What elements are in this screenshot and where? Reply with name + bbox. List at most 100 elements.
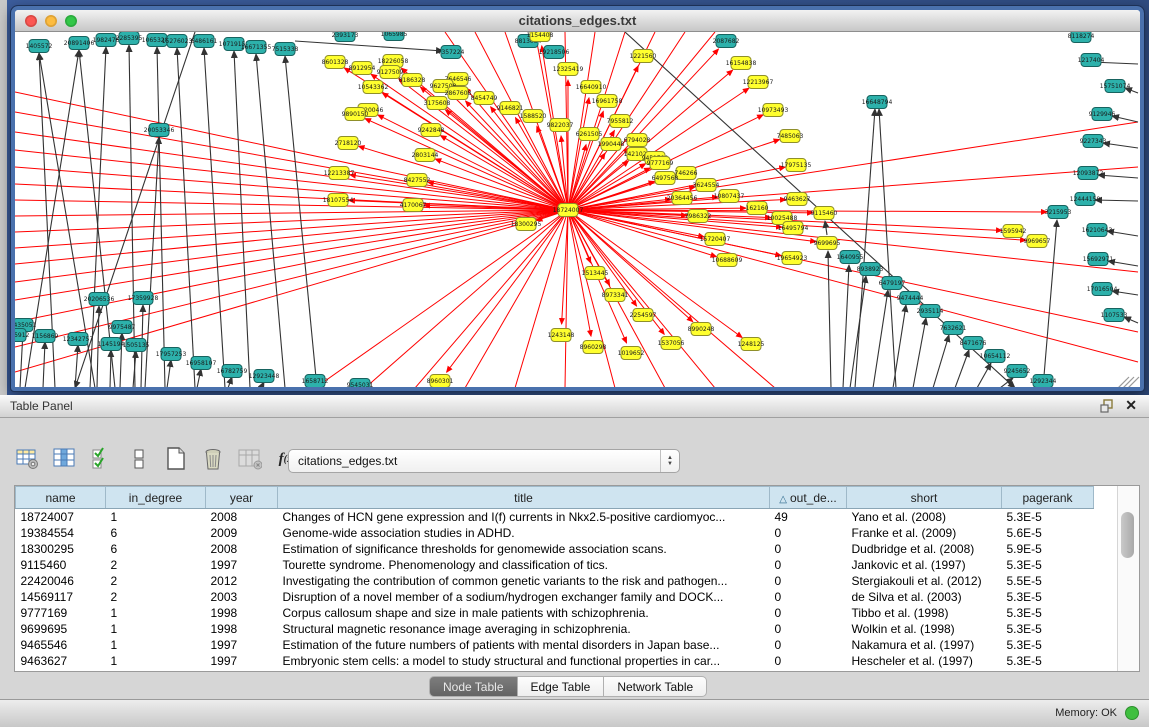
column-header-title[interactable]: title [278,487,770,509]
scrollbar-thumb[interactable] [1121,512,1134,558]
table-row[interactable]: 946554611997Estimation of the future num… [16,637,1094,653]
table-cell[interactable]: 1 [106,653,206,669]
table-cell[interactable]: 9115460 [16,557,106,573]
table-cell[interactable]: Yano et al. (2008) [847,509,1002,526]
network-canvas[interactable]: 1405572208914061982476228539510653287152… [15,32,1140,387]
table-cell[interactable]: 2008 [206,509,278,526]
table-cell[interactable]: 1997 [206,653,278,669]
network-window[interactable]: citations_edges.txt 14055722089140619824… [11,6,1144,391]
table-cell[interactable]: 6 [106,541,206,557]
table-cell[interactable]: 2003 [206,589,278,605]
table-cell[interactable]: 1998 [206,621,278,637]
close-panel-icon[interactable]: ✕ [1125,397,1137,414]
column-header-year[interactable]: year [206,487,278,509]
table-cell[interactable]: Tibbo et al. (1998) [847,605,1002,621]
table-cell[interactable]: Stergiakouli et al. (2012) [847,573,1002,589]
table-row[interactable]: 969969511998Structural magnetic resonanc… [16,621,1094,637]
table-cell[interactable]: 1997 [206,637,278,653]
table-cell[interactable]: Embryonic stem cells: a model to study s… [278,653,770,669]
table-cell[interactable]: 0 [770,589,847,605]
column-header-short[interactable]: short [847,487,1002,509]
table-cell[interactable]: 18300295 [16,541,106,557]
table-cell[interactable]: 5.6E-5 [1002,525,1094,541]
row-select-icon[interactable] [90,447,114,471]
table-cell[interactable]: Genome-wide association studies in ADHD. [278,525,770,541]
table-row[interactable]: 977716911998Corpus callosum shape and si… [16,605,1094,621]
table-cell[interactable]: 1 [106,637,206,653]
table-row[interactable]: 2242004622012Investigating the contribut… [16,573,1094,589]
new-table-icon[interactable] [164,447,188,471]
table-cell[interactable]: 1 [106,509,206,526]
table-cell[interactable]: Estimation of significance thresholds fo… [278,541,770,557]
column-select-icon[interactable] [53,447,77,471]
table-cell[interactable]: 1998 [206,605,278,621]
table-cell[interactable]: 0 [770,605,847,621]
table-cell[interactable]: Jankovic et al. (1997) [847,557,1002,573]
table-cell[interactable]: 6 [106,525,206,541]
table-cell[interactable]: 18724007 [16,509,106,526]
table-cell[interactable]: 2 [106,557,206,573]
table-cell[interactable]: 9465546 [16,637,106,653]
row-height-icon[interactable] [127,447,151,471]
tab-network-table[interactable]: Network Table [604,676,707,697]
table-cell[interactable]: 1997 [206,557,278,573]
table-cell[interactable]: 0 [770,573,847,589]
table-row[interactable]: 1872400712008Changes of HCN gene express… [16,509,1094,526]
table-cell[interactable]: 14569117 [16,589,106,605]
table-cell[interactable]: 22420046 [16,573,106,589]
delete-table-icon[interactable] [201,447,225,471]
table-row[interactable]: 1938455462009Genome-wide association stu… [16,525,1094,541]
table-cell[interactable]: Tourette syndrome. Phenomenology and cla… [278,557,770,573]
table-cell[interactable]: de Silva et al. (2003) [847,589,1002,605]
table-cell[interactable]: 0 [770,653,847,669]
tab-edge-table[interactable]: Edge Table [518,676,605,697]
table-cell[interactable]: 5.9E-5 [1002,541,1094,557]
node-table-grid[interactable]: namein_degreeyeartitle△out_de...shortpag… [15,486,1094,669]
table-cell[interactable]: Disruption of a novel member of a sodium… [278,589,770,605]
column-header-out_de[interactable]: △out_de... [770,487,847,509]
column-header-pagerank[interactable]: pagerank [1002,487,1094,509]
table-cell[interactable]: Corpus callosum shape and size in male p… [278,605,770,621]
float-window-icon[interactable] [1100,399,1115,413]
table-cell[interactable]: Dudbridge et al. (2008) [847,541,1002,557]
table-cell[interactable]: 0 [770,637,847,653]
table-cell[interactable]: 19384554 [16,525,106,541]
table-cell[interactable]: 2012 [206,573,278,589]
table-cell[interactable]: 1 [106,621,206,637]
table-cell[interactable]: Structural magnetic resonance image aver… [278,621,770,637]
resize-grip[interactable] [1117,377,1139,387]
table-cell[interactable]: 5.5E-5 [1002,573,1094,589]
table-cell[interactable]: Hescheler et al. (1997) [847,653,1002,669]
table-cell[interactable]: 49 [770,509,847,526]
table-cell[interactable]: 0 [770,621,847,637]
table-cell[interactable]: 5.3E-5 [1002,637,1094,653]
table-cell[interactable]: 5.3E-5 [1002,589,1094,605]
table-settings-icon[interactable] [16,447,40,471]
table-cell[interactable]: 9699695 [16,621,106,637]
table-row[interactable]: 1830029562008Estimation of significance … [16,541,1094,557]
table-cell[interactable]: 2 [106,573,206,589]
table-cell[interactable]: Investigating the contribution of common… [278,573,770,589]
table-cell[interactable]: Estimation of the future numbers of pati… [278,637,770,653]
table-cell[interactable]: Changes of HCN gene expression and I(f) … [278,509,770,526]
table-cell[interactable]: 1 [106,605,206,621]
table-cell[interactable]: 5.3E-5 [1002,557,1094,573]
network-window-titlebar[interactable]: citations_edges.txt [15,10,1140,32]
table-cell[interactable]: 5.3E-5 [1002,509,1094,526]
table-cell[interactable]: Wolkin et al. (1998) [847,621,1002,637]
table-row[interactable]: 946362711997Embryonic stem cells: a mode… [16,653,1094,669]
memory-ok-icon[interactable] [1125,706,1139,720]
table-cell[interactable]: 0 [770,541,847,557]
tab-node-table[interactable]: Node Table [429,676,518,697]
table-cell[interactable]: 5.3E-5 [1002,605,1094,621]
column-header-in_degree[interactable]: in_degree [106,487,206,509]
table-row[interactable]: 1456911722003Disruption of a novel membe… [16,589,1094,605]
vertical-scrollbar[interactable] [1117,486,1139,671]
table-cell[interactable]: 2 [106,589,206,605]
table-cell[interactable]: 2008 [206,541,278,557]
table-cell[interactable]: Franke et al. (2009) [847,525,1002,541]
table-cell[interactable]: 9463627 [16,653,106,669]
table-cell[interactable]: 5.3E-5 [1002,653,1094,669]
table-cell[interactable]: 0 [770,525,847,541]
table-cell[interactable]: 5.3E-5 [1002,621,1094,637]
